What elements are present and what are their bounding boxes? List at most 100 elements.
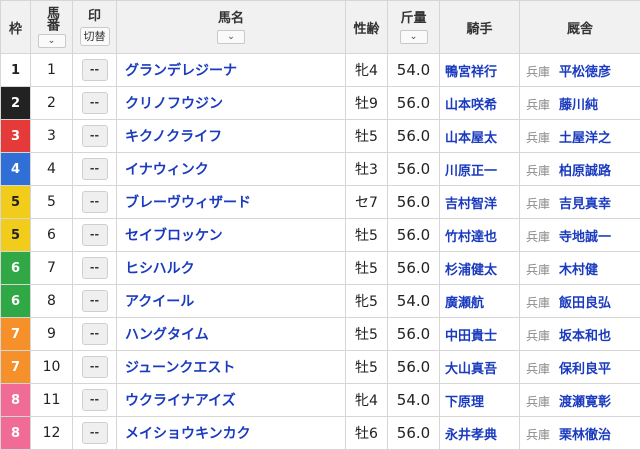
trainer-link[interactable]: 吉見真幸 (559, 197, 611, 212)
trainer-cell: 兵庫柏原誠路 (520, 153, 640, 186)
trainer-cell: 兵庫保利良平 (520, 351, 640, 384)
jockey-link[interactable]: 中田貴士 (440, 318, 520, 351)
trainer-link[interactable]: 栗林徹治 (559, 428, 611, 443)
mark-select-button[interactable]: -- (82, 191, 108, 213)
horse-name-link[interactable]: ヒシハルク (117, 252, 346, 285)
sex-age: 牡3 (346, 153, 388, 186)
trainer-link[interactable]: 藤川純 (559, 98, 598, 113)
header-umaban[interactable]: 馬番 ⌄ (31, 1, 73, 54)
trainer-region: 兵庫 (526, 296, 550, 310)
horse-number: 1 (31, 54, 73, 87)
mark-toggle-button[interactable]: 切替 (80, 27, 110, 46)
sort-horse-button[interactable]: ⌄ (217, 30, 245, 44)
mark-select-button[interactable]: -- (82, 356, 108, 378)
jockey-link[interactable]: 廣瀬航 (440, 285, 520, 318)
horse-name-link[interactable]: アクイール (117, 285, 346, 318)
jockey-link[interactable]: 大山真吾 (440, 351, 520, 384)
horse-name-link[interactable]: ウクライナアイズ (117, 384, 346, 417)
mark-cell: -- (73, 384, 117, 417)
carried-weight: 54.0 (388, 285, 440, 318)
header-horse-name[interactable]: 馬名 ⌄ (117, 1, 346, 54)
jockey-link[interactable]: 川原正一 (440, 153, 520, 186)
trainer-link[interactable]: 平松徳彦 (559, 65, 611, 80)
carried-weight: 56.0 (388, 219, 440, 252)
jockey-link[interactable]: 永井孝典 (440, 417, 520, 450)
horse-name-link[interactable]: ブレーヴウィザード (117, 186, 346, 219)
table-row: 44--イナウィンク牡356.0川原正一兵庫柏原誠路 (1, 153, 640, 186)
trainer-link[interactable]: 保利良平 (559, 362, 611, 377)
table-row: 811--ウクライナアイズ牝454.0下原理兵庫渡瀬寛彰 (1, 384, 640, 417)
sort-umaban-button[interactable]: ⌄ (38, 34, 66, 48)
trainer-region: 兵庫 (526, 164, 550, 178)
jockey-link[interactable]: 竹村達也 (440, 219, 520, 252)
mark-cell: -- (73, 219, 117, 252)
horse-name-link[interactable]: ハングタイム (117, 318, 346, 351)
trainer-link[interactable]: 坂本和也 (559, 329, 611, 344)
mark-select-button[interactable]: -- (82, 323, 108, 345)
mark-select-button[interactable]: -- (82, 158, 108, 180)
mark-select-button[interactable]: -- (82, 422, 108, 444)
trainer-region: 兵庫 (526, 395, 550, 409)
mark-select-button[interactable]: -- (82, 389, 108, 411)
trainer-link[interactable]: 木村健 (559, 263, 598, 278)
header-mark: 印 切替 (73, 1, 117, 54)
jockey-link[interactable]: 山本屋太 (440, 120, 520, 153)
header-trainer: 厩舎 (520, 1, 640, 54)
sex-age: 牡5 (346, 219, 388, 252)
waku-number: 4 (1, 153, 31, 186)
horse-number: 3 (31, 120, 73, 153)
waku-number: 8 (1, 417, 31, 450)
sex-age: 牡5 (346, 120, 388, 153)
mark-select-button[interactable]: -- (82, 257, 108, 279)
trainer-region: 兵庫 (526, 428, 550, 442)
horse-number: 6 (31, 219, 73, 252)
mark-select-button[interactable]: -- (82, 290, 108, 312)
jockey-link[interactable]: 下原理 (440, 384, 520, 417)
trainer-region: 兵庫 (526, 230, 550, 244)
table-row: 67--ヒシハルク牡556.0杉浦健太兵庫木村健 (1, 252, 640, 285)
mark-select-button[interactable]: -- (82, 224, 108, 246)
jockey-link[interactable]: 杉浦健太 (440, 252, 520, 285)
trainer-link[interactable]: 柏原誠路 (559, 164, 611, 179)
waku-number: 1 (1, 54, 31, 87)
trainer-cell: 兵庫飯田良弘 (520, 285, 640, 318)
waku-number: 5 (1, 186, 31, 219)
horse-name-link[interactable]: セイブロッケン (117, 219, 346, 252)
trainer-link[interactable]: 飯田良弘 (559, 296, 611, 311)
race-entry-table: 枠 馬番 ⌄ 印 切替 馬名 ⌄ 性齢 (0, 0, 640, 450)
mark-select-button[interactable]: -- (82, 125, 108, 147)
sex-age: 牝4 (346, 384, 388, 417)
horse-name-link[interactable]: イナウィンク (117, 153, 346, 186)
header-umaban-label: 馬番 (44, 6, 59, 30)
horse-name-link[interactable]: グランデレジーナ (117, 54, 346, 87)
jockey-link[interactable]: 鴨宮祥行 (440, 54, 520, 87)
trainer-link[interactable]: 寺地誠一 (559, 230, 611, 245)
trainer-link[interactable]: 渡瀬寛彰 (559, 395, 611, 410)
horse-name-link[interactable]: キクノクライフ (117, 120, 346, 153)
trainer-link[interactable]: 土屋洋之 (559, 131, 611, 146)
carried-weight: 56.0 (388, 417, 440, 450)
horse-name-link[interactable]: メイショウキンカク (117, 417, 346, 450)
entry-list: 11--グランデレジーナ牝454.0鴨宮祥行兵庫平松徳彦22--クリノフウジン牡… (1, 54, 640, 450)
carried-weight: 56.0 (388, 87, 440, 120)
table-row: 22--クリノフウジン牡956.0山本咲希兵庫藤川純 (1, 87, 640, 120)
waku-number: 6 (1, 252, 31, 285)
jockey-link[interactable]: 吉村智洋 (440, 186, 520, 219)
trainer-cell: 兵庫平松徳彦 (520, 54, 640, 87)
jockey-link[interactable]: 山本咲希 (440, 87, 520, 120)
mark-cell: -- (73, 54, 117, 87)
header-waku: 枠 (1, 1, 31, 54)
mark-select-button[interactable]: -- (82, 92, 108, 114)
horse-name-link[interactable]: ジューンクエスト (117, 351, 346, 384)
header-weight[interactable]: 斤量 ⌄ (388, 1, 440, 54)
table-row: 79--ハングタイム牡556.0中田貴士兵庫坂本和也 (1, 318, 640, 351)
horse-number: 8 (31, 285, 73, 318)
horse-name-link[interactable]: クリノフウジン (117, 87, 346, 120)
table-row: 11--グランデレジーナ牝454.0鴨宮祥行兵庫平松徳彦 (1, 54, 640, 87)
header-weight-label: 斤量 (400, 11, 426, 26)
mark-select-button[interactable]: -- (82, 59, 108, 81)
sort-weight-button[interactable]: ⌄ (400, 30, 428, 44)
trainer-region: 兵庫 (526, 98, 550, 112)
waku-number: 7 (1, 318, 31, 351)
mark-cell: -- (73, 252, 117, 285)
